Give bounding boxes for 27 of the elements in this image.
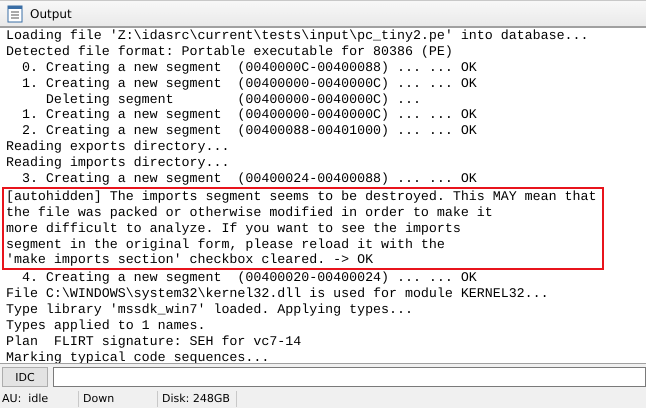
log-line: [autohidden] The imports segment seems to be destroyed. This MAY mean that xyxy=(6,188,598,205)
status-text: Down xyxy=(79,391,158,407)
command-input-field[interactable] xyxy=(53,367,646,387)
log-line: 3. Creating a new segment (00400024-00400088) ... ... OK xyxy=(20,171,478,187)
log-line: 0. Creating a new segment (0040000C-00400088) ... ... OK xyxy=(20,60,478,76)
log-line: Deleting segment (00400000-0040000C) ... xyxy=(44,92,422,108)
log-line: Plan FLIRT signature: SEH for vc7-14 xyxy=(6,334,302,350)
log-line: Detected file format: Portable executable for 80386 (PE) xyxy=(6,44,454,60)
log-line: Reading exports directory... xyxy=(6,139,230,156)
language-button[interactable]: IDC xyxy=(2,367,48,387)
log-line: more difficult to analyze. If you want to see the imports xyxy=(6,220,462,237)
log-line: Reading imports directory... xyxy=(6,155,230,172)
log-line: Types applied to 1 names. xyxy=(6,318,206,334)
window-icon xyxy=(7,4,23,22)
window-title: Output xyxy=(30,6,72,20)
log-line: segment in the original form, please reload it with the xyxy=(6,236,446,252)
log-line: 1. Creating a new segment (00400000-0040000C) ... ... OK xyxy=(20,76,478,92)
log-line: 2. Creating a new segment (00400088-00401000) ... ... OK xyxy=(20,123,478,140)
log-line: Type library 'mssdk_win7' loaded. Applying types... xyxy=(6,302,414,318)
status-text: AU: idle xyxy=(0,391,79,407)
log-line: 'make imports section' checkbox cleared. -> OK xyxy=(6,252,374,268)
status-text: Disk: 248GB xyxy=(158,391,237,407)
log-line: 1. Creating a new segment (00400000-0040000C) ... ... OK xyxy=(20,107,478,124)
log-line: 4. Creating a new segment (00400020-00400024) ... ... OK xyxy=(20,270,478,286)
log-line: File C:\WINDOWS\system32\kernel32.dll is used for module KERNEL32... xyxy=(6,286,550,302)
log-line: the file was packed or otherwise modified in order to make it xyxy=(6,204,494,221)
log-line: Loading file 'Z:\idasrc\current\tests\input\pc_tiny2.pe' into database... xyxy=(6,28,590,44)
